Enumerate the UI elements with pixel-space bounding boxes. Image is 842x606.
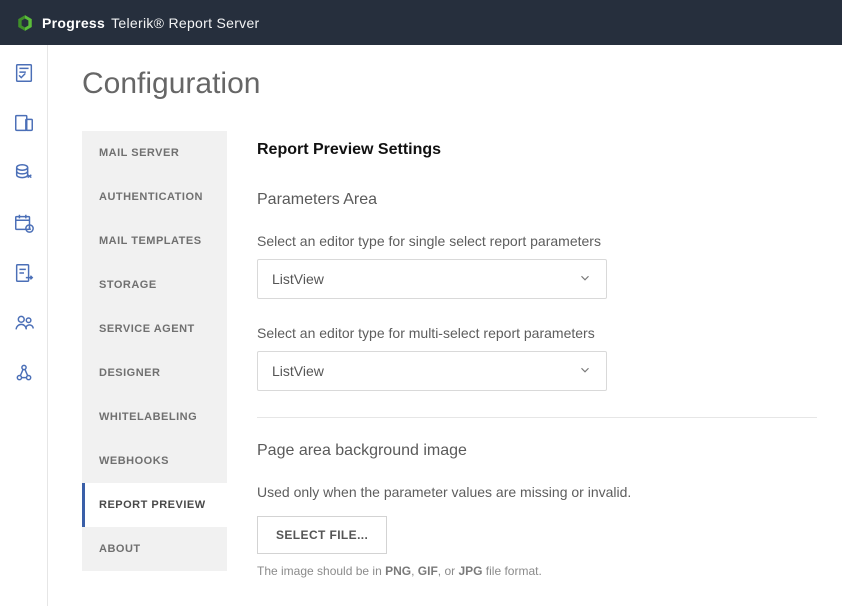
multi-editor-label: Select an editor type for multi-select r… xyxy=(257,325,818,341)
tab-service-agent[interactable]: SERVICE AGENT xyxy=(82,307,227,351)
rail-reports-icon[interactable] xyxy=(10,59,38,87)
parameters-area-heading: Parameters Area xyxy=(257,191,818,209)
format-hint-prefix: The image should be in xyxy=(257,564,385,578)
single-editor-label: Select an editor type for single select … xyxy=(257,233,818,249)
rail-data-icon[interactable] xyxy=(10,159,38,187)
select-file-button[interactable]: SELECT FILE... xyxy=(257,516,387,554)
tab-about[interactable]: ABOUT xyxy=(82,527,227,571)
tab-designer[interactable]: DESIGNER xyxy=(82,351,227,395)
rail-export-icon[interactable] xyxy=(10,259,38,287)
layout: Configuration MAIL SERVER AUTHENTICATION… xyxy=(0,45,842,606)
tab-authentication[interactable]: AUTHENTICATION xyxy=(82,175,227,219)
topbar: Progress Telerik® Report Server xyxy=(0,0,842,45)
tab-mail-server[interactable]: MAIL SERVER xyxy=(82,131,227,175)
page-title: Configuration xyxy=(82,67,818,101)
format-png: PNG xyxy=(385,564,411,578)
config-panel: Report Preview Settings Parameters Area … xyxy=(227,131,818,578)
bg-image-hint: Used only when the parameter values are … xyxy=(257,484,818,500)
format-gif: GIF xyxy=(418,564,438,578)
progress-logo-icon xyxy=(16,14,34,32)
chevron-down-icon xyxy=(578,363,592,380)
config-wrap: MAIL SERVER AUTHENTICATION MAIL TEMPLATE… xyxy=(82,131,818,578)
rail-schedule-icon[interactable] xyxy=(10,209,38,237)
brand-product-text: Telerik® Report Server xyxy=(111,15,259,31)
tab-storage[interactable]: STORAGE xyxy=(82,263,227,307)
chevron-down-icon xyxy=(578,271,592,288)
divider xyxy=(257,417,817,418)
multi-editor-value: ListView xyxy=(272,363,324,379)
single-editor-value: ListView xyxy=(272,271,324,287)
tab-whitelabeling[interactable]: WHITELABELING xyxy=(82,395,227,439)
tab-report-preview[interactable]: REPORT PREVIEW xyxy=(82,483,227,527)
left-rail xyxy=(0,45,48,606)
multi-editor-select[interactable]: ListView xyxy=(257,351,607,391)
format-jpg: JPG xyxy=(458,564,482,578)
file-format-hint: The image should be in PNG, GIF, or JPG … xyxy=(257,564,818,578)
brand: Progress Telerik® Report Server xyxy=(16,14,260,32)
tab-mail-templates[interactable]: MAIL TEMPLATES xyxy=(82,219,227,263)
panel-title: Report Preview Settings xyxy=(257,141,818,159)
single-editor-select[interactable]: ListView xyxy=(257,259,607,299)
bg-image-heading: Page area background image xyxy=(257,442,818,460)
rail-users-icon[interactable] xyxy=(10,309,38,337)
content: Configuration MAIL SERVER AUTHENTICATION… xyxy=(48,45,842,606)
format-sep2: , or xyxy=(438,564,459,578)
config-tabs: MAIL SERVER AUTHENTICATION MAIL TEMPLATE… xyxy=(82,131,227,571)
format-sep1: , xyxy=(411,564,418,578)
format-hint-suffix: file format. xyxy=(482,564,541,578)
tab-webhooks[interactable]: WEBHOOKS xyxy=(82,439,227,483)
brand-progress-text: Progress xyxy=(42,15,105,31)
rail-webhooks-icon[interactable] xyxy=(10,359,38,387)
rail-devices-icon[interactable] xyxy=(10,109,38,137)
